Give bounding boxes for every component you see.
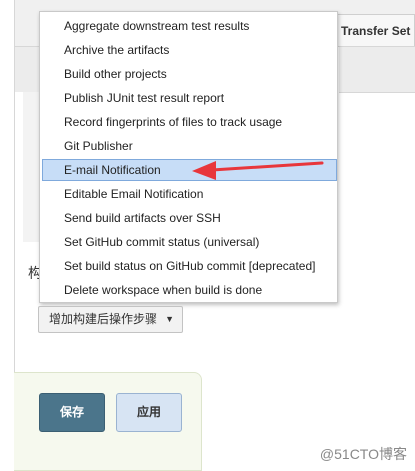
tab-transfer-set-label: Transfer Set	[341, 24, 411, 38]
panel-header-left	[14, 47, 40, 92]
page-left-border	[14, 0, 15, 380]
menu-item-github-status-deprecated[interactable]: Set build status on GitHub commit [depre…	[42, 255, 337, 277]
add-post-build-step-button[interactable]: 增加构建后操作步骤 ▼	[38, 306, 183, 333]
menu-item-email-notification[interactable]: E-mail Notification	[42, 159, 337, 181]
section-indent	[23, 92, 39, 242]
menu-item-send-ssh[interactable]: Send build artifacts over SSH	[42, 207, 337, 229]
panel-header-right	[339, 47, 415, 93]
save-button[interactable]: 保存	[39, 393, 105, 432]
add-post-build-step-label: 增加构建后操作步骤	[49, 312, 158, 326]
menu-item-github-status-universal[interactable]: Set GitHub commit status (universal)	[42, 231, 337, 253]
menu-item-record-fingerprints[interactable]: Record fingerprints of files to track us…	[42, 111, 337, 133]
watermark: @51CTO博客	[319, 446, 407, 462]
menu-item-publish-junit[interactable]: Publish JUnit test result report	[42, 87, 337, 109]
caret-down-icon: ▼	[165, 314, 174, 324]
menu-item-aggregate-downstream[interactable]: Aggregate downstream test results	[42, 15, 337, 37]
menu-item-build-other-projects[interactable]: Build other projects	[42, 63, 337, 85]
menu-item-archive-artifacts[interactable]: Archive the artifacts	[42, 39, 337, 61]
tab-transfer-set[interactable]: Transfer Set	[333, 14, 415, 46]
apply-button[interactable]: 应用	[116, 393, 182, 432]
menu-item-editable-email[interactable]: Editable Email Notification	[42, 183, 337, 205]
menu-item-delete-workspace[interactable]: Delete workspace when build is done	[42, 279, 337, 301]
post-build-actions-menu[interactable]: Aggregate downstream test results Archiv…	[39, 11, 338, 303]
menu-item-git-publisher[interactable]: Git Publisher	[42, 135, 337, 157]
